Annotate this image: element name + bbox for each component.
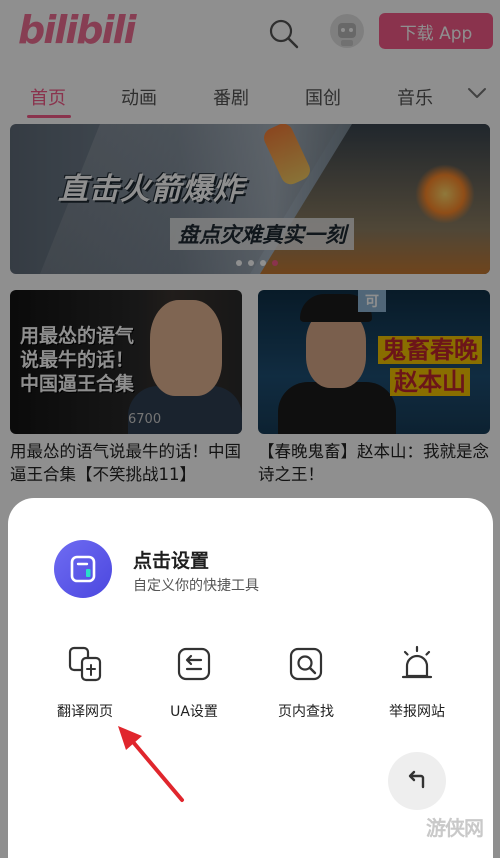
find-in-page-button[interactable]: 页内查找 <box>251 644 361 724</box>
tool-label: UA设置 <box>170 704 218 720</box>
ua-settings-button[interactable]: UA设置 <box>139 644 249 724</box>
sheet-subtitle: 自定义你的快捷工具 <box>133 578 259 594</box>
ua-settings-icon <box>174 644 214 684</box>
alarm-report-icon <box>397 644 437 684</box>
translate-page-button[interactable]: 翻译网页 <box>30 644 140 724</box>
quick-settings-app-icon[interactable] <box>54 540 112 598</box>
red-annotation-arrow <box>118 726 184 802</box>
return-arrow-icon <box>408 770 425 789</box>
translate-icon <box>65 644 105 684</box>
report-site-button[interactable]: 举报网站 <box>362 644 472 724</box>
watermark: 游侠网 <box>426 816 484 840</box>
tool-label: 翻译网页 <box>57 704 113 720</box>
sheet-title[interactable]: 点击设置 <box>133 546 209 573</box>
tool-label: 页内查找 <box>278 704 334 720</box>
tool-label: 举报网站 <box>389 704 445 720</box>
back-button[interactable] <box>388 752 446 810</box>
quick-tools-sheet: 点击设置 自定义你的快捷工具 翻译网页 UA设置 页内查找 举报网站 <box>8 498 493 858</box>
find-in-page-icon <box>286 644 326 684</box>
